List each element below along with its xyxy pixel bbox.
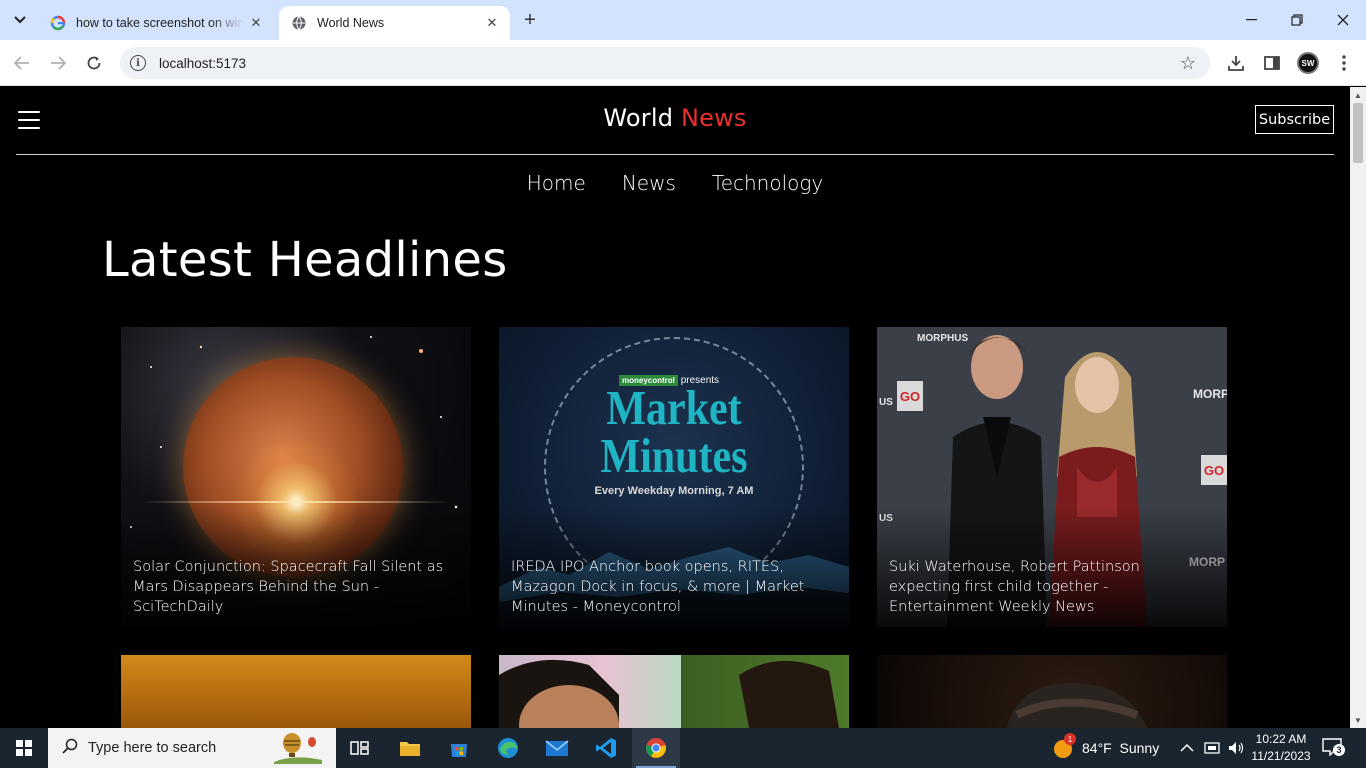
microsoft-store-icon[interactable] — [435, 728, 483, 768]
side-panel-icon[interactable] — [1261, 52, 1283, 74]
forward-arrow-icon[interactable] — [45, 50, 71, 76]
system-tray — [1180, 728, 1246, 768]
windows-taskbar: Type here to search 1 84°F Sunny 10:22 A… — [0, 728, 1366, 768]
new-tab-icon[interactable]: + — [518, 9, 542, 33]
article-title: Solar Conjunction: Spacecraft Fall Silen… — [133, 559, 444, 615]
tab-google-search[interactable]: how to take screenshot on windows ✕ — [38, 6, 274, 40]
article-title: IREDA IPO Anchor book opens, RITES, Maza… — [511, 559, 805, 615]
main-nav: Home News Technology — [0, 171, 1350, 195]
windows-start-icon[interactable] — [0, 728, 48, 768]
profile-avatar[interactable]: SW — [1297, 52, 1319, 74]
news-card[interactable]: Solar Conjunction: Spacecraft Fall Silen… — [121, 327, 471, 627]
file-explorer-icon[interactable] — [386, 728, 434, 768]
site-info-icon[interactable]: i — [130, 55, 146, 71]
search-icon — [62, 738, 78, 759]
tab-title: how to take screenshot on windows — [76, 16, 244, 30]
tab-search-button[interactable] — [6, 7, 34, 33]
avatar: SW — [1297, 52, 1319, 74]
reload-icon[interactable] — [81, 50, 107, 76]
edge-browser-icon[interactable] — [484, 728, 532, 768]
news-card[interactable] — [121, 655, 471, 728]
site-header: World News Subscribe — [16, 87, 1334, 155]
news-card[interactable] — [499, 655, 849, 728]
menu-kebab-icon[interactable] — [1333, 52, 1355, 74]
tab-title: World News — [317, 16, 385, 30]
bookmark-star-icon[interactable]: ☆ — [1180, 53, 1196, 74]
chevron-up-icon[interactable] — [1180, 743, 1194, 753]
vscode-icon[interactable] — [582, 728, 630, 768]
volume-icon[interactable] — [1228, 741, 1246, 755]
nav-link-technology[interactable]: Technology — [712, 171, 823, 195]
scrollbar-thumb[interactable] — [1353, 103, 1363, 163]
chrome-icon[interactable] — [632, 728, 680, 768]
close-tab-icon[interactable]: ✕ — [244, 15, 268, 31]
news-card[interactable]: moneycontrol presents Market Minutes Ever… — [499, 327, 849, 627]
close-window-icon[interactable] — [1320, 0, 1366, 40]
clock-time: 10:22 AM — [1255, 732, 1307, 746]
site-logo[interactable]: World News — [16, 104, 1334, 132]
search-placeholder: Type here to search — [88, 740, 217, 756]
weather-badge: 1 — [1064, 733, 1076, 745]
notification-icon[interactable]: 3 — [1322, 738, 1345, 758]
notification-count: 3 — [1333, 744, 1345, 756]
article-title: Suki Waterhouse, Robert Pattinson expect… — [889, 559, 1140, 615]
page-scrollbar[interactable]: ▲ ▼ — [1350, 87, 1366, 728]
browser-tab-strip: how to take screenshot on windows ✕ Worl… — [0, 0, 1366, 40]
clock-date: 11/21/2023 — [1251, 749, 1311, 763]
brand-accent: News — [680, 104, 747, 132]
close-tab-icon[interactable]: ✕ — [480, 15, 504, 31]
news-card[interactable]: MORPHUS MORP MORP US US GO GO Suki Water… — [877, 327, 1227, 627]
network-icon[interactable] — [1204, 741, 1220, 755]
news-card[interactable] — [877, 655, 1227, 728]
mail-icon[interactable] — [533, 728, 581, 768]
address-bar[interactable]: i localhost:5173 ☆ — [120, 47, 1210, 79]
brand-primary: World — [603, 104, 674, 132]
restore-icon[interactable] — [1274, 0, 1320, 40]
globe-icon — [291, 15, 307, 31]
sun-icon: 1 — [1052, 733, 1076, 759]
weather-text: 84°F Sunny — [1082, 740, 1160, 756]
task-view-icon[interactable] — [336, 728, 384, 768]
nav-link-home[interactable]: Home — [527, 171, 586, 195]
nav-link-news[interactable]: News — [622, 171, 676, 195]
article-image — [121, 655, 471, 728]
article-image — [499, 655, 849, 728]
chevron-down-icon — [14, 16, 26, 24]
weather-widget[interactable]: 1 84°F Sunny — [1052, 728, 1159, 768]
google-icon — [50, 15, 66, 31]
minimize-icon[interactable] — [1228, 0, 1274, 40]
back-arrow-icon[interactable] — [9, 50, 35, 76]
page-viewport: World News Subscribe Home News Technolog… — [0, 87, 1350, 728]
taskbar-clock[interactable]: 10:22 AM 11/21/2023 — [1245, 731, 1317, 765]
scroll-up-icon[interactable]: ▲ — [1350, 87, 1366, 103]
address-url: localhost:5173 — [159, 55, 247, 71]
taskbar-search[interactable]: Type here to search — [48, 728, 336, 768]
section-title: Latest Headlines — [102, 232, 508, 288]
browser-toolbar: i localhost:5173 ☆ SW — [0, 40, 1366, 86]
hot-air-balloon-icon — [274, 733, 322, 764]
article-image — [877, 655, 1227, 728]
download-icon[interactable] — [1225, 52, 1247, 74]
subscribe-button[interactable]: Subscribe — [1255, 105, 1334, 134]
tab-world-news[interactable]: World News ✕ — [279, 6, 510, 40]
scroll-down-icon[interactable]: ▼ — [1350, 712, 1366, 728]
